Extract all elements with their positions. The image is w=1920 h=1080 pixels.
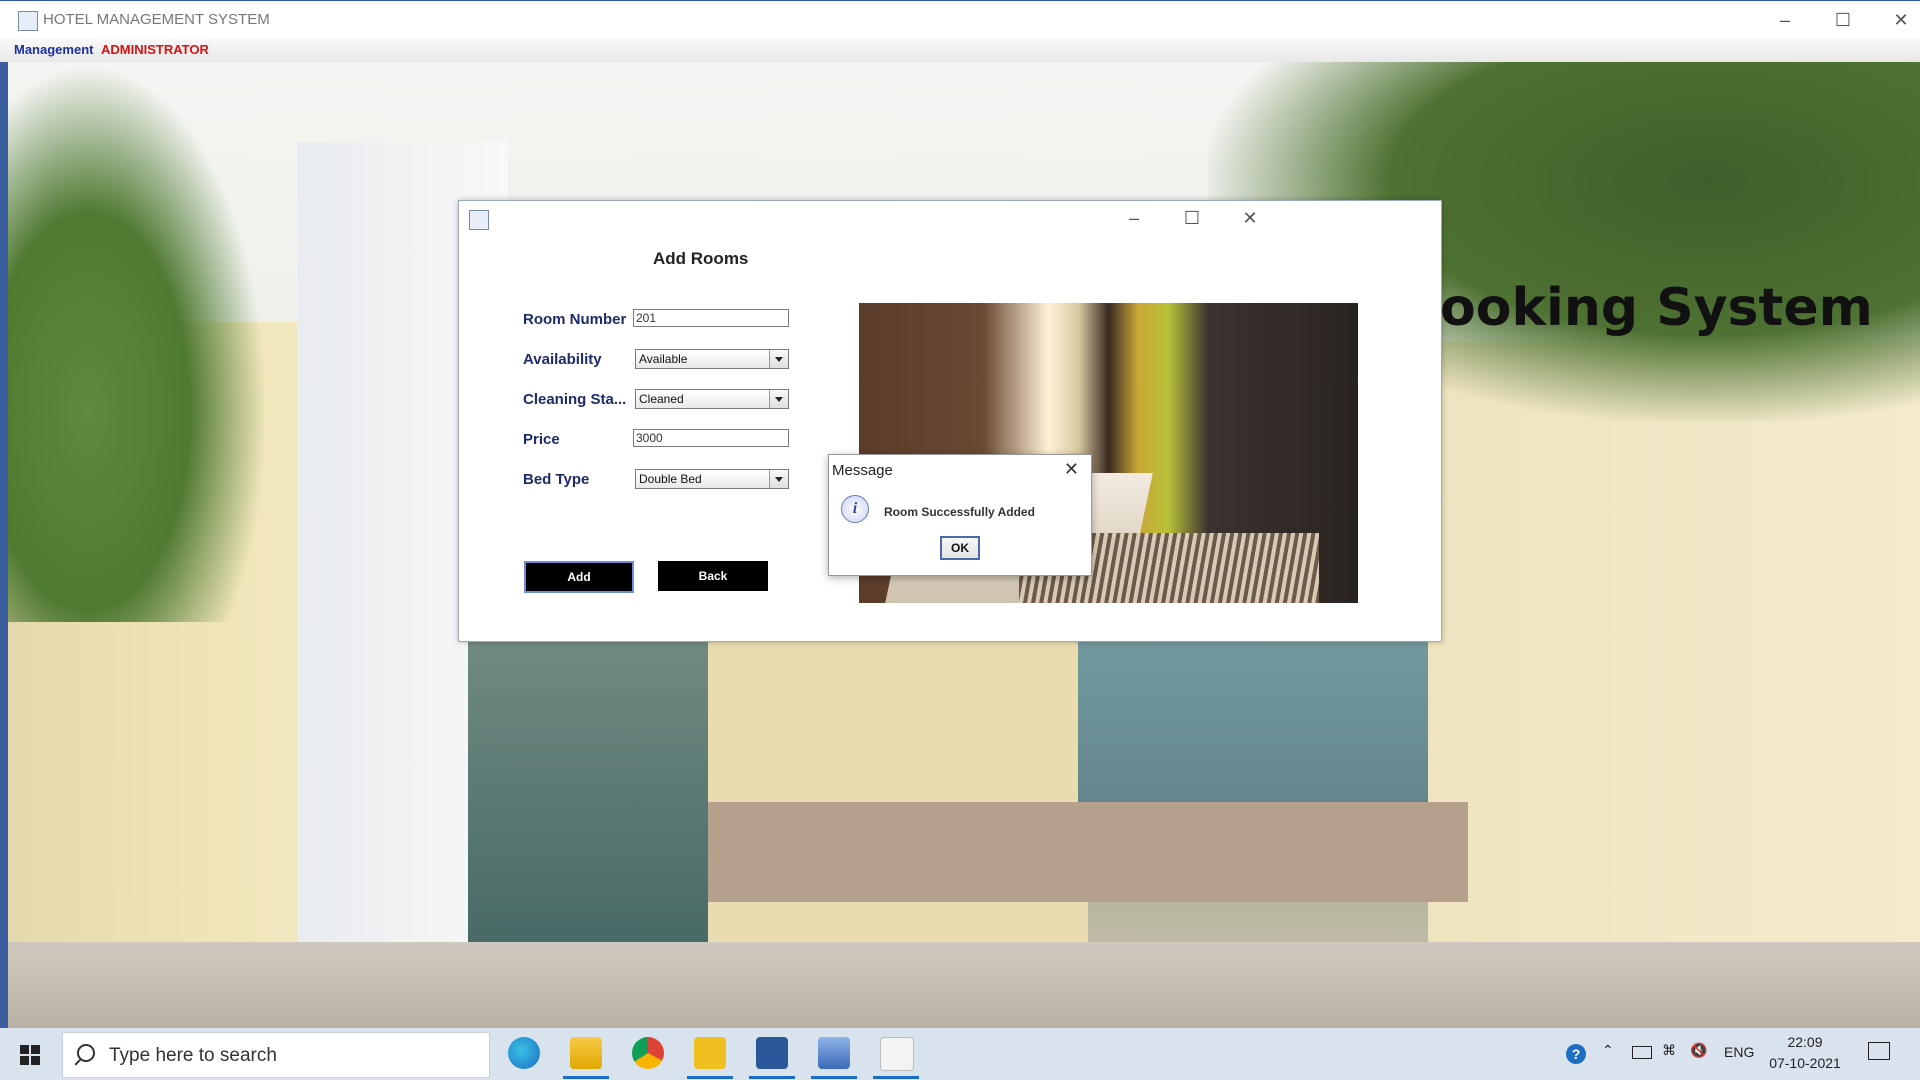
- file-explorer-icon[interactable]: [570, 1037, 602, 1069]
- speaker-muted-icon[interactable]: 🔇: [1690, 1042, 1707, 1059]
- cleaning-status-value: Cleaned: [639, 392, 684, 406]
- chevron-down-icon[interactable]: [769, 350, 788, 368]
- close-icon[interactable]: ✕: [1888, 7, 1914, 33]
- availability-label: Availability: [523, 351, 602, 368]
- info-icon: i: [841, 495, 869, 523]
- chevron-down-icon[interactable]: [769, 390, 788, 408]
- close-icon[interactable]: ✕: [1064, 459, 1079, 480]
- windows-taskbar: Type here to search ? ⌃ ⌘ 🔇 ENG 22:09 07…: [0, 1028, 1920, 1080]
- back-button[interactable]: Back: [658, 561, 768, 591]
- message-dialog: Message ✕ i Room Successfully Added OK: [828, 454, 1092, 576]
- chevron-up-icon[interactable]: ⌃: [1602, 1042, 1614, 1059]
- pdf-app-icon[interactable]: [694, 1037, 726, 1069]
- active-indicator: [687, 1076, 733, 1079]
- cleaning-status-label: Cleaning Sta...: [523, 391, 627, 408]
- minimize-icon[interactable]: –: [1121, 205, 1147, 231]
- edge-icon[interactable]: [508, 1037, 540, 1069]
- search-placeholder: Type here to search: [109, 1045, 277, 1066]
- window-left-edge: [0, 62, 8, 1028]
- minimize-icon[interactable]: –: [1772, 7, 1798, 33]
- message-title: Message: [832, 462, 893, 479]
- word-icon[interactable]: [756, 1037, 788, 1069]
- availability-value: Available: [639, 352, 688, 366]
- help-icon[interactable]: ?: [1566, 1044, 1586, 1064]
- close-icon[interactable]: ✕: [1237, 205, 1263, 231]
- cleaning-status-select[interactable]: Cleaned: [635, 389, 789, 409]
- app-titlebar: HOTEL MANAGEMENT SYSTEM – ☐ ✕: [0, 0, 1920, 39]
- clock-date[interactable]: 07-10-2021: [1766, 1055, 1844, 1071]
- menu-management[interactable]: Management: [14, 42, 93, 57]
- virtualbox-icon[interactable]: [818, 1037, 850, 1069]
- active-indicator: [873, 1076, 919, 1079]
- dialog-title: Add Rooms: [653, 249, 749, 268]
- menu-bar: Management ADMINISTRATOR: [0, 38, 1920, 62]
- room-number-label: Room Number: [523, 311, 627, 328]
- bed-type-value: Double Bed: [639, 472, 702, 486]
- room-number-input[interactable]: 201: [633, 309, 789, 327]
- java-icon[interactable]: [880, 1037, 914, 1071]
- windows-start-icon[interactable]: [20, 1045, 40, 1065]
- maximize-icon[interactable]: ☐: [1830, 7, 1856, 33]
- add-button[interactable]: Add: [524, 561, 634, 593]
- bed-type-label: Bed Type: [523, 471, 590, 488]
- background-system-title: ooking System: [1440, 278, 1873, 338]
- app-title: HOTEL MANAGEMENT SYSTEM: [43, 11, 270, 28]
- price-label: Price: [523, 431, 560, 448]
- wifi-icon[interactable]: ⌘: [1662, 1042, 1676, 1059]
- ok-button[interactable]: OK: [940, 536, 980, 560]
- menu-administrator[interactable]: ADMINISTRATOR: [101, 42, 209, 57]
- availability-select[interactable]: Available: [635, 349, 789, 369]
- chrome-icon[interactable]: [632, 1037, 664, 1069]
- chevron-down-icon[interactable]: [769, 470, 788, 488]
- clock-time[interactable]: 22:09: [1770, 1034, 1840, 1050]
- message-text: Room Successfully Added: [884, 505, 1035, 519]
- java-app-icon: [18, 11, 38, 31]
- price-input[interactable]: 3000: [633, 429, 789, 447]
- java-app-icon: [469, 210, 489, 230]
- battery-icon[interactable]: [1632, 1046, 1652, 1059]
- notifications-icon[interactable]: [1868, 1042, 1890, 1060]
- language-indicator[interactable]: ENG: [1724, 1044, 1754, 1060]
- active-indicator: [811, 1076, 857, 1079]
- maximize-icon[interactable]: ☐: [1179, 205, 1205, 231]
- bed-type-select[interactable]: Double Bed: [635, 469, 789, 489]
- active-indicator: [563, 1076, 609, 1079]
- active-indicator: [749, 1076, 795, 1079]
- taskbar-search-input[interactable]: Type here to search: [62, 1032, 490, 1078]
